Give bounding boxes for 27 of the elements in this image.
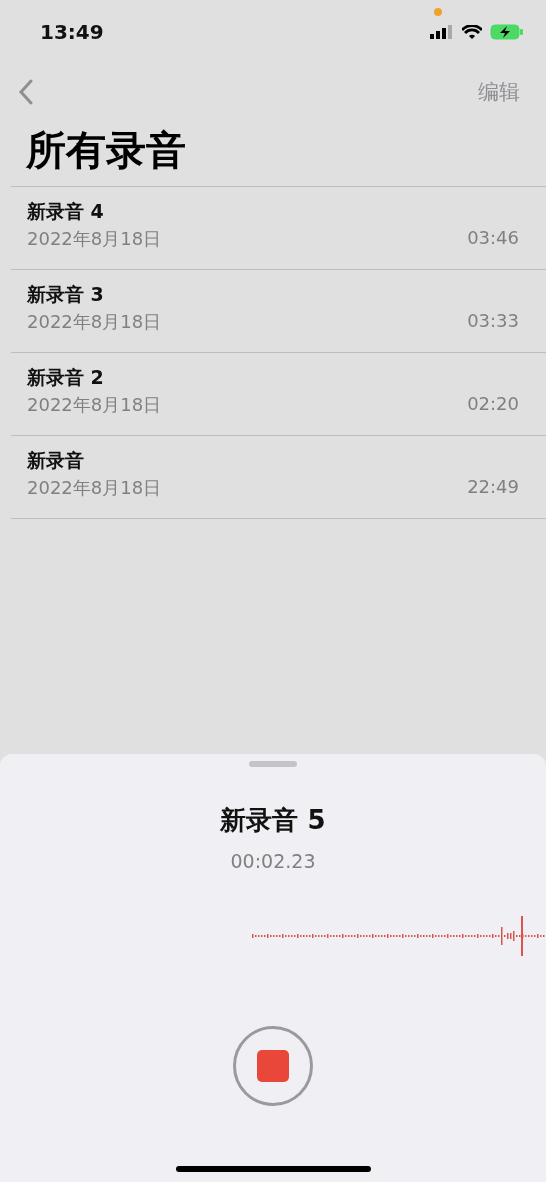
- mic-indicator-icon: [434, 8, 442, 16]
- recording-row[interactable]: 新录音 2 2022年8月18日 02:20: [11, 353, 546, 436]
- stop-record-button[interactable]: [233, 1026, 313, 1106]
- recording-name: 新录音 3: [27, 282, 105, 307]
- recording-duration: 22:49: [467, 476, 519, 499]
- signal-icon: [430, 25, 454, 39]
- wifi-icon: [462, 24, 482, 40]
- recording-row[interactable]: 新录音 2022年8月18日 22:49: [11, 436, 546, 519]
- recording-duration: 02:20: [467, 393, 519, 416]
- stop-icon: [257, 1050, 289, 1082]
- recording-date: 2022年8月18日: [27, 476, 162, 500]
- page-title: 所有录音: [25, 126, 187, 175]
- recording-name: 新录音 4: [27, 199, 105, 224]
- recording-duration: 03:33: [467, 310, 519, 333]
- status-time: 13:49: [40, 20, 104, 44]
- recording-date: 2022年8月18日: [27, 393, 162, 417]
- recording-date: 2022年8月18日: [27, 310, 162, 334]
- recording-name: 新录音: [27, 448, 85, 473]
- recording-duration: 03:46: [467, 227, 519, 250]
- recording-date: 2022年8月18日: [27, 227, 162, 251]
- recording-row[interactable]: 新录音 4 2022年8月18日 03:46: [11, 187, 546, 270]
- recording-name: 新录音 2: [27, 365, 105, 390]
- back-icon[interactable]: [18, 79, 34, 105]
- recording-row[interactable]: 新录音 3 2022年8月18日 03:33: [11, 270, 546, 353]
- battery-charging-icon: [490, 24, 524, 40]
- recording-title: 新录音 5: [220, 804, 326, 837]
- elapsed-time: 00:02.23: [230, 850, 316, 872]
